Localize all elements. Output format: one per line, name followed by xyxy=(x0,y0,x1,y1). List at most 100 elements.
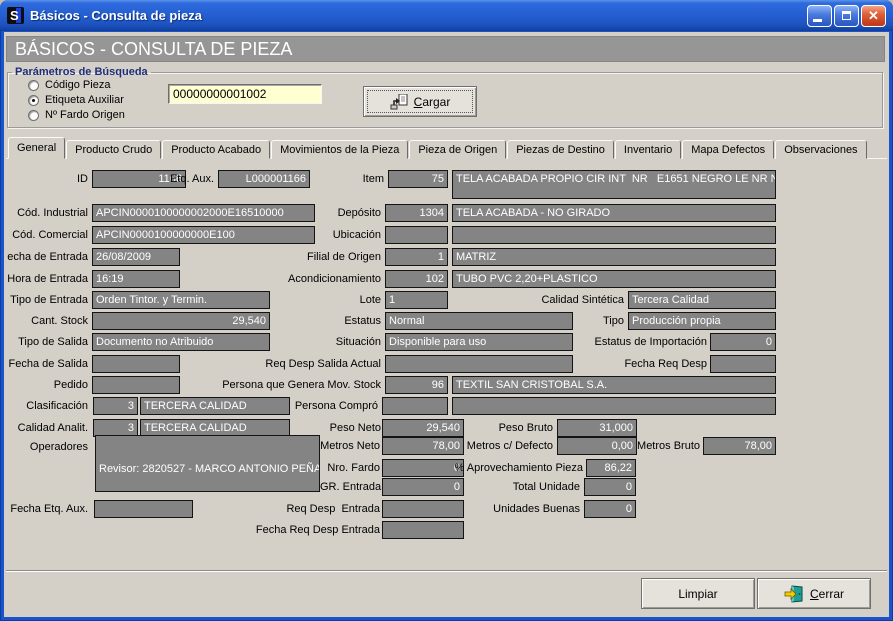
label-metros-neto: Metros Neto xyxy=(320,440,380,452)
label-hora-entrada: Hora de Entrada xyxy=(4,273,88,285)
load-button[interactable]: Cargar xyxy=(363,86,477,117)
label-clasificacion: Clasificación xyxy=(4,400,88,412)
field-clasificacion-desc: TERCERA CALIDAD xyxy=(140,397,290,415)
field-metros-bruto: 78,00 xyxy=(703,437,776,455)
field-cod-industrial: APCIN0000100000002000E16510000 xyxy=(92,204,315,222)
app-window: S Básicos - Consulta de pieza ✕ BÁSICOS … xyxy=(0,0,893,621)
radio-etiqueta-auxiliar[interactable]: Etiqueta Auxiliar xyxy=(28,94,124,106)
field-estatus-importacion: 0 xyxy=(710,333,776,351)
radio-fardo-origen-icon xyxy=(28,110,39,121)
label-fecha-salida: Fecha de Salida xyxy=(4,358,88,370)
tab-inventario[interactable]: Inventario xyxy=(615,140,681,159)
label-filial-origen: Filial de Origen xyxy=(244,251,381,263)
radio-etiqueta-auxiliar-label: Etiqueta Auxiliar xyxy=(45,94,124,106)
field-cod-comercial: APCIN0000100000000E100 xyxy=(92,226,315,244)
field-filial-origen-desc: MATRIZ xyxy=(452,248,776,266)
tab-movimientos-pieza[interactable]: Movimientos de la Pieza xyxy=(271,140,408,159)
footer-separator xyxy=(6,570,887,572)
field-ubicacion xyxy=(385,226,448,244)
load-icon xyxy=(390,94,408,110)
field-req-desp-entrada xyxy=(382,500,464,518)
label-id: ID xyxy=(12,173,88,185)
label-persona-genera-mov: Persona que Genera Mov. Stock xyxy=(204,379,381,391)
label-acondicionamiento: Acondicionamiento xyxy=(244,273,381,285)
label-cod-comercial: Cód. Comercial xyxy=(4,229,88,241)
field-fecha-req-desp xyxy=(710,355,776,373)
label-calidad-sintetica: Calidad Sintética xyxy=(524,294,624,306)
close-form-button[interactable]: Cerrar xyxy=(757,578,871,609)
label-nro-fardo: Nro. Fardo xyxy=(320,462,380,474)
search-input[interactable] xyxy=(168,84,322,104)
tab-general[interactable]: General xyxy=(8,137,65,159)
field-tipo-salida: Documento no Atribuido xyxy=(92,333,270,351)
close-button[interactable]: ✕ xyxy=(861,5,886,27)
field-fecha-req-desp-entrada xyxy=(382,521,464,539)
minimize-button[interactable] xyxy=(807,5,832,27)
label-estatus: Estatus xyxy=(324,315,381,327)
maximize-button[interactable] xyxy=(834,5,859,27)
exit-door-icon xyxy=(784,585,804,603)
tab-pieza-origen[interactable]: Pieza de Origen xyxy=(409,140,506,159)
window-controls: ✕ xyxy=(807,5,886,27)
field-persona-genera-mov-desc: TEXTIL SAN CRISTOBAL S.A. xyxy=(452,376,776,394)
field-unidades-buenas: 0 xyxy=(584,500,636,518)
radio-fardo-origen-label: Nº Fardo Origen xyxy=(45,109,125,121)
field-metros-neto: 78,00 xyxy=(382,437,464,455)
radio-etiqueta-auxiliar-icon xyxy=(28,95,39,106)
load-button-label: Cargar xyxy=(414,95,451,109)
label-ubicacion: Ubicación xyxy=(294,229,381,241)
label-operadores: Operadores xyxy=(4,441,88,453)
field-hora-entrada: 16:19 xyxy=(92,270,180,288)
field-estatus: Normal xyxy=(385,312,573,330)
field-operadores-line1: Revisor: 2820527 - MARCO ANTONIO PEÑA LO xyxy=(99,463,316,476)
close-icon: ✕ xyxy=(862,6,885,26)
field-aprovechamiento-pieza: 86,22 xyxy=(586,459,636,477)
field-persona-compro xyxy=(382,397,448,415)
field-req-desp-salida-actual xyxy=(385,355,573,373)
label-cod-industrial: Cód. Industrial xyxy=(4,207,88,219)
client-area: BÁSICOS - CONSULTA DE PIEZA Parámetros d… xyxy=(4,32,889,617)
radio-codigo-pieza-icon xyxy=(28,80,39,91)
label-fecha-entrada: echa de Entrada xyxy=(4,251,88,263)
radio-codigo-pieza-label: Código Pieza xyxy=(45,79,110,91)
label-situacion: Situación xyxy=(324,336,381,348)
maximize-icon xyxy=(842,11,851,20)
field-fecha-etq-aux xyxy=(94,500,193,518)
title-bar: S Básicos - Consulta de pieza ✕ xyxy=(0,0,893,31)
label-tipo-entrada: Tipo de Entrada xyxy=(4,294,88,306)
page-title: BÁSICOS - CONSULTA DE PIEZA xyxy=(6,36,885,62)
label-fecha-req-desp: Fecha Req Desp xyxy=(604,358,707,370)
field-peso-bruto: 31,000 xyxy=(557,419,637,437)
field-fecha-salida xyxy=(92,355,180,373)
tab-mapa-defectos[interactable]: Mapa Defectos xyxy=(682,140,774,159)
field-lote: 1 xyxy=(385,291,448,309)
label-pedido: Pedido xyxy=(4,379,88,391)
field-pedido xyxy=(92,376,180,394)
label-persona-compro: Persona Compró xyxy=(294,400,378,412)
clear-button[interactable]: Limpiar xyxy=(641,578,755,609)
label-lote: Lote xyxy=(324,294,381,306)
label-cant-stock: Cant. Stock xyxy=(4,315,88,327)
label-metros-c-defecto: Metros c/ Defecto xyxy=(464,440,553,452)
tab-piezas-destino[interactable]: Piezas de Destino xyxy=(507,140,614,159)
field-tipo-entrada: Orden Tintor. y Termin. xyxy=(92,291,270,309)
window-title: Básicos - Consulta de pieza xyxy=(30,8,202,23)
tab-observaciones[interactable]: Observaciones xyxy=(775,140,866,159)
field-metros-c-defecto: 0,00 xyxy=(557,437,637,455)
field-acondicionamiento-desc: TUBO PVC 2,20+PLASTICO xyxy=(452,270,776,288)
field-deposito: 1304 xyxy=(385,204,448,222)
search-params-title: Parámetros de Búsqueda xyxy=(12,66,151,78)
label-peso-neto: Peso Neto xyxy=(304,422,381,434)
field-deposito-desc: TELA ACABADA - NO GIRADO xyxy=(452,204,776,222)
field-acondicionamiento: 102 xyxy=(385,270,448,288)
field-gr-entrada: 0 xyxy=(382,478,464,496)
tab-producto-acabado[interactable]: Producto Acabado xyxy=(162,140,270,159)
field-tipo: Producción propia xyxy=(628,312,776,330)
label-total-unidade: Total Unidade xyxy=(484,481,580,493)
field-situacion: Disponible para uso xyxy=(385,333,573,351)
tab-producto-crudo[interactable]: Producto Crudo xyxy=(66,140,161,159)
radio-fardo-origen[interactable]: Nº Fardo Origen xyxy=(28,109,125,121)
radio-codigo-pieza[interactable]: Código Pieza xyxy=(28,79,110,91)
label-fecha-etq-aux: Fecha Etq. Aux. xyxy=(4,503,88,515)
minimize-icon xyxy=(813,19,822,22)
